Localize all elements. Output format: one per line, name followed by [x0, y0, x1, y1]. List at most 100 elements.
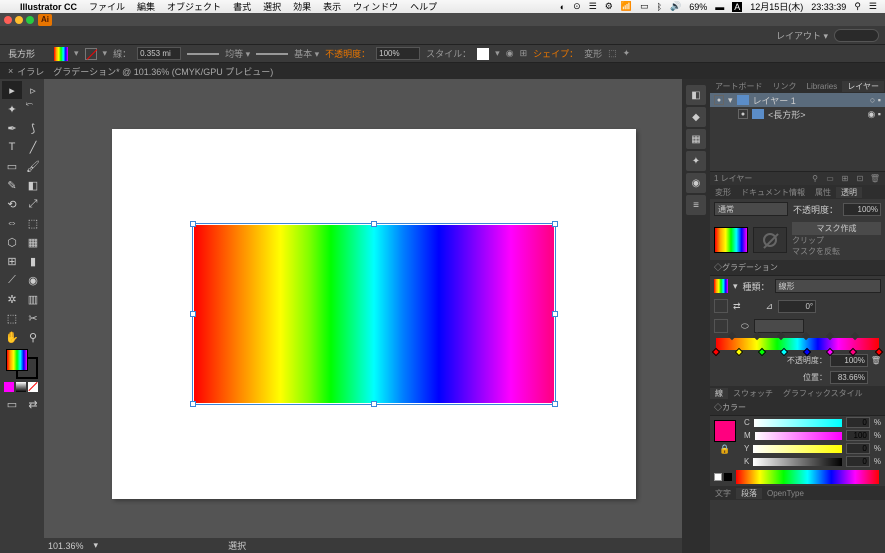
ime-icon[interactable]: A	[732, 2, 742, 12]
tab-swatches[interactable]: スウォッチ	[728, 388, 778, 399]
pen-tool[interactable]: ✒	[2, 119, 22, 137]
tab-layers[interactable]: レイヤー	[842, 81, 884, 92]
change-screen-mode[interactable]: ⇄	[23, 395, 43, 413]
artboard-tool[interactable]: ⬚	[2, 309, 22, 327]
brush-dropdown[interactable]: 基本 ▾	[294, 47, 319, 60]
recolor-icon[interactable]: ◉	[506, 48, 514, 59]
pencil-tool[interactable]: ✎	[2, 176, 22, 194]
lock-icon[interactable]: 🔒	[719, 444, 730, 455]
tab-transparency[interactable]: 透明	[836, 187, 862, 198]
free-transform-tool[interactable]: ⬚	[23, 214, 43, 232]
menu-select[interactable]: 選択	[263, 0, 281, 13]
menu-view[interactable]: 表示	[323, 0, 341, 13]
gradient-tool[interactable]: ▮	[23, 252, 43, 270]
curvature-tool[interactable]: ⟆	[23, 119, 43, 137]
app-name[interactable]: Illustrator CC	[20, 2, 77, 12]
eyedropper-tool[interactable]: ⟋	[2, 271, 22, 289]
scale-tool[interactable]: ⤢	[23, 195, 43, 213]
current-color-swatch[interactable]	[714, 420, 736, 442]
k-slider[interactable]	[753, 458, 842, 466]
zoom-tool[interactable]: ⚲	[23, 328, 43, 346]
dropdown-icon[interactable]: ▾	[94, 540, 99, 551]
new-layer-icon[interactable]: ⊡	[854, 174, 866, 183]
dropdown-icon[interactable]: ▾	[733, 281, 738, 292]
mesh-tool[interactable]: ⊞	[2, 252, 22, 270]
rectangle-tool[interactable]: ▭	[2, 157, 22, 175]
eraser-tool[interactable]: ◧	[23, 176, 43, 194]
minimize-button[interactable]	[15, 16, 23, 24]
selection-tool[interactable]: ▸	[2, 81, 22, 99]
align-icon[interactable]: ⊞	[520, 48, 528, 59]
gradient-preview[interactable]	[714, 279, 728, 293]
dock-stroke-icon[interactable]: ≡	[686, 195, 706, 215]
new-sublayer-icon[interactable]: ⊞	[839, 174, 851, 183]
canvas[interactable]: 101.36% ▾ 選択	[44, 79, 682, 553]
bluetooth-icon[interactable]: ᛒ	[657, 2, 662, 12]
layer-row[interactable]: ● ▾ レイヤー 1 ○ ▪	[710, 93, 885, 107]
stop-opacity-input[interactable]	[830, 354, 868, 367]
color-mode-color[interactable]	[4, 382, 14, 392]
extra-icon[interactable]: ✦	[623, 48, 631, 59]
tab-close-icon[interactable]: ×	[8, 66, 13, 76]
zoom-level[interactable]: 101.36%	[48, 541, 84, 551]
dock-brushes-icon[interactable]: ✦	[686, 151, 706, 171]
none-color[interactable]	[714, 473, 722, 481]
visibility-icon[interactable]: ●	[714, 95, 724, 105]
shape-link[interactable]: シェイプ：	[533, 47, 578, 60]
graph-tool[interactable]: ▥	[23, 290, 43, 308]
disclosure-icon[interactable]: ▾	[728, 95, 733, 106]
tab-character[interactable]: 文字	[710, 488, 736, 499]
no-stroke-icon[interactable]	[85, 48, 97, 60]
line-tool[interactable]: ╱	[23, 138, 43, 156]
wifi-icon[interactable]: 📶	[621, 1, 632, 12]
delete-stop-icon[interactable]: 🗑	[871, 356, 881, 365]
selected-rectangle[interactable]	[194, 225, 554, 403]
clip-icon[interactable]: ▭	[824, 174, 836, 183]
menubar-icon[interactable]: ⊙	[573, 1, 581, 12]
mask-thumb[interactable]	[753, 227, 787, 253]
c-input[interactable]	[846, 417, 870, 428]
transparency-thumb[interactable]	[714, 227, 748, 253]
black-color[interactable]	[724, 473, 732, 481]
isolate-icon[interactable]: ⬚	[608, 48, 617, 59]
tab-opentype[interactable]: OpenType	[762, 489, 809, 498]
magic-wand-tool[interactable]: ✦	[2, 100, 22, 118]
layer-name[interactable]: レイヤー 1	[753, 94, 796, 107]
dock-symbols-icon[interactable]: ◉	[686, 173, 706, 193]
opacity-label[interactable]: 不透明度：	[325, 47, 370, 60]
menu-type[interactable]: 書式	[233, 0, 251, 13]
location-input[interactable]	[830, 371, 868, 384]
direct-selection-tool[interactable]: ▹	[23, 81, 43, 99]
notification-icon[interactable]: ☰	[869, 1, 877, 12]
tab-paragraph[interactable]: 段落	[736, 488, 762, 499]
tab-artboard[interactable]: アートボード	[710, 81, 768, 92]
k-input[interactable]	[846, 456, 870, 467]
tab-libraries[interactable]: Libraries	[802, 82, 843, 91]
dropdown-icon[interactable]: ▾	[103, 48, 108, 59]
dock-libraries-icon[interactable]: ◧	[686, 85, 706, 105]
c-slider[interactable]	[754, 419, 842, 427]
spotlight-icon[interactable]: ⚲	[854, 1, 861, 12]
angle-input[interactable]	[778, 300, 816, 313]
gradient-type-dropdown[interactable]: 線形	[775, 279, 881, 293]
tab-links[interactable]: リンク	[768, 81, 802, 92]
blend-tool[interactable]: ◉	[23, 271, 43, 289]
color-mode-gradient[interactable]	[16, 382, 26, 392]
tab-docinfo[interactable]: ドキュメント情報	[736, 187, 810, 198]
tab-graphic-styles[interactable]: グラフィックスタイル	[778, 388, 868, 399]
menubar-icon[interactable]: ☰	[589, 1, 597, 12]
target-icon[interactable]: ○ ▪	[870, 95, 881, 105]
menu-effect[interactable]: 効果	[293, 0, 311, 13]
tab-attributes[interactable]: 属性	[810, 187, 836, 198]
stroke-profile-dropdown[interactable]: 均等 ▾	[225, 47, 250, 60]
fill-swatch[interactable]	[54, 47, 68, 61]
aspect-icon[interactable]	[714, 319, 728, 333]
delete-icon[interactable]: 🗑	[869, 174, 881, 183]
opacity-input[interactable]	[843, 203, 881, 216]
dock-swatches-icon[interactable]: ▦	[686, 129, 706, 149]
fill-box[interactable]	[6, 349, 28, 371]
opacity-input[interactable]	[376, 47, 420, 60]
paintbrush-tool[interactable]: 🖌	[23, 157, 43, 175]
menubar-icon[interactable]: ◐	[560, 2, 565, 12]
y-input[interactable]	[846, 443, 870, 454]
